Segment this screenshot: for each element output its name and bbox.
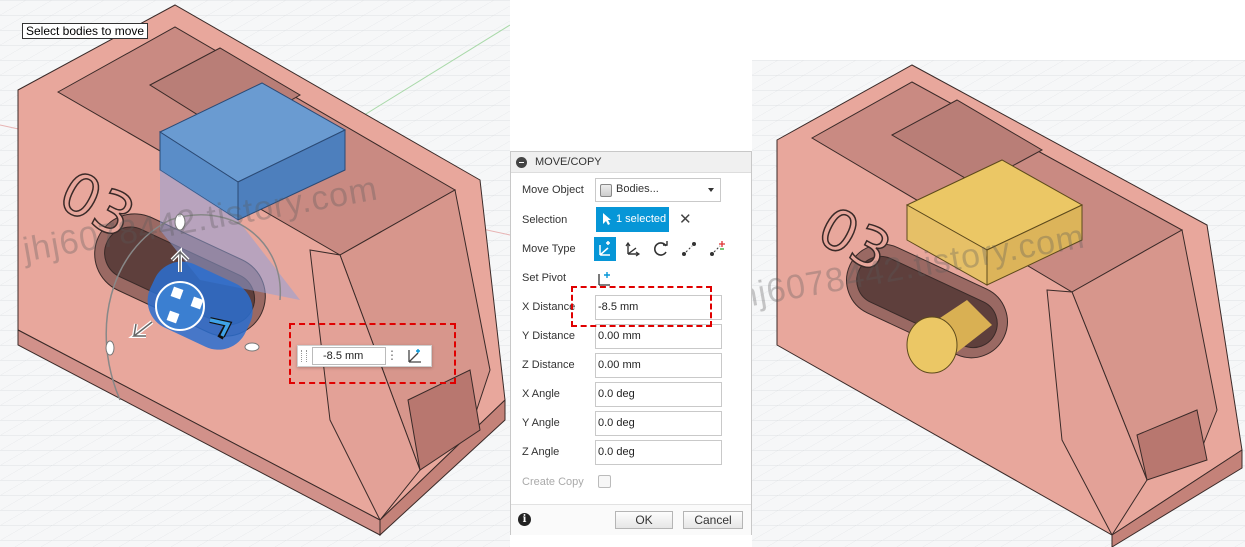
y-angle-row: Y Angle 0.0 deg (511, 410, 751, 436)
selection-count: 1 selected (616, 213, 667, 225)
select-bodies-tooltip: Select bodies to move (22, 23, 149, 39)
chevron-down-icon (708, 188, 714, 192)
z-angle-label: Z Angle (522, 446, 560, 458)
highlight-box-manipulator (289, 323, 456, 384)
selection-row: Selection 1 selected ✕ (511, 207, 751, 233)
viewport-left[interactable]: 03 jhj6078442.tistory.com Select bodies … (0, 0, 510, 547)
move-copy-dialog: MOVE/COPY Move Object Bodies... Selectio… (510, 151, 752, 535)
viewport-right[interactable]: 03 jhj6078442.tistory.com (752, 60, 1245, 547)
y-angle-label: Y Angle (522, 417, 560, 429)
z-angle-row: Z Angle 0.0 deg (511, 439, 751, 465)
ok-button[interactable]: OK (615, 511, 673, 529)
cancel-button[interactable]: Cancel (683, 511, 743, 529)
z-distance-input[interactable]: 0.00 mm (595, 353, 722, 378)
z-angle-input[interactable]: 0.0 deg (595, 440, 722, 465)
create-copy-checkbox[interactable] (598, 475, 611, 488)
move-object-value: Bodies... (616, 183, 659, 195)
selection-label: Selection (522, 214, 568, 226)
body-icon (600, 184, 612, 197)
info-icon[interactable]: i (518, 513, 531, 526)
set-pivot-label: Set Pivot (522, 272, 567, 284)
move-type-label: Move Type (522, 243, 576, 255)
dialog-footer: i OK Cancel (511, 504, 751, 535)
selection-button[interactable]: 1 selected (596, 207, 669, 232)
y-distance-label: Y Distance (522, 330, 575, 342)
move-object-label: Move Object (522, 184, 584, 196)
move-type-row: Move Type (511, 236, 751, 262)
collapse-icon[interactable] (516, 156, 527, 168)
x-distance-label: X Distance (522, 301, 576, 313)
rotate-icon[interactable] (650, 237, 672, 261)
point-to-point-icon[interactable] (678, 237, 700, 261)
x-angle-input[interactable]: 0.0 deg (595, 382, 722, 407)
dialog-header[interactable]: MOVE/COPY (511, 152, 751, 173)
translate-icon[interactable] (622, 237, 644, 261)
x-angle-row: X Angle 0.0 deg (511, 381, 751, 407)
dialog-title: MOVE/COPY (535, 156, 602, 168)
free-move-icon[interactable] (594, 237, 616, 261)
cursor-arrow-icon (603, 213, 611, 225)
model-scene-left[interactable]: 03 (0, 0, 510, 547)
z-distance-label: Z Distance (522, 359, 575, 371)
model-scene-right[interactable]: 03 (752, 60, 1245, 547)
x-angle-label: X Angle (522, 388, 560, 400)
move-object-row: Move Object Bodies... (511, 177, 751, 203)
clear-selection-icon[interactable]: ✕ (679, 210, 692, 228)
highlight-box-x-distance (571, 286, 712, 327)
y-distance-input[interactable]: 0.00 mm (595, 324, 722, 349)
create-copy-label: Create Copy (522, 476, 584, 488)
y-angle-input[interactable]: 0.0 deg (595, 411, 722, 436)
point-to-position-icon[interactable] (706, 237, 728, 261)
z-distance-row: Z Distance 0.00 mm (511, 352, 751, 378)
move-object-dropdown[interactable]: Bodies... (595, 178, 721, 202)
create-copy-row: Create Copy (511, 469, 751, 495)
